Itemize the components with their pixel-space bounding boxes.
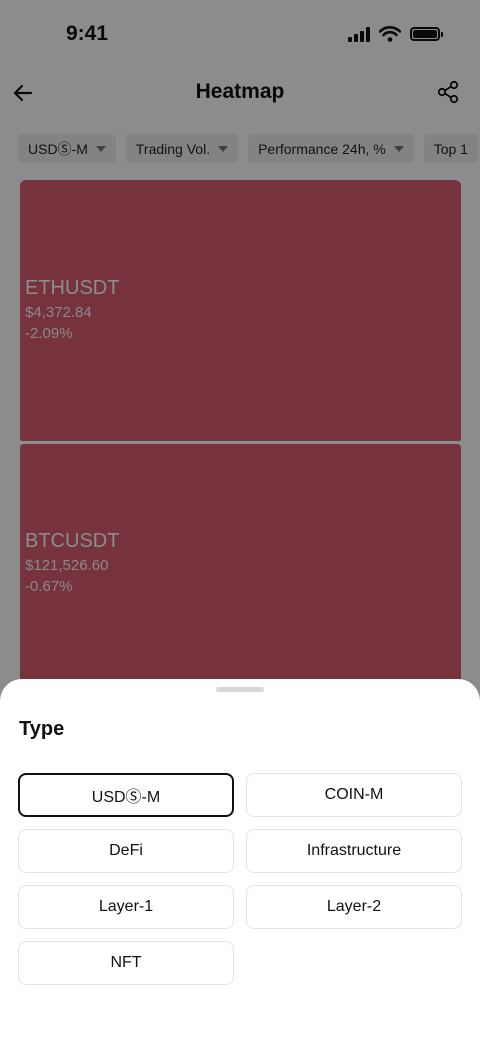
- type-option-grid: USDⓈ-M COIN-M DeFi Infrastructure Layer-…: [18, 773, 462, 985]
- type-option-nft[interactable]: NFT: [18, 941, 234, 985]
- sheet-drag-handle[interactable]: [216, 687, 264, 692]
- type-option-layer-1[interactable]: Layer-1: [18, 885, 234, 929]
- type-option-coin-m[interactable]: COIN-M: [246, 773, 462, 817]
- sheet-title: Type: [19, 718, 65, 740]
- type-option-usds-m[interactable]: USDⓈ-M: [18, 773, 234, 817]
- type-option-layer-2[interactable]: Layer-2: [246, 885, 462, 929]
- type-option-infrastructure[interactable]: Infrastructure: [246, 829, 462, 873]
- type-bottom-sheet: Type USDⓈ-M COIN-M DeFi Infrastructure L…: [0, 679, 480, 1040]
- type-option-defi[interactable]: DeFi: [18, 829, 234, 873]
